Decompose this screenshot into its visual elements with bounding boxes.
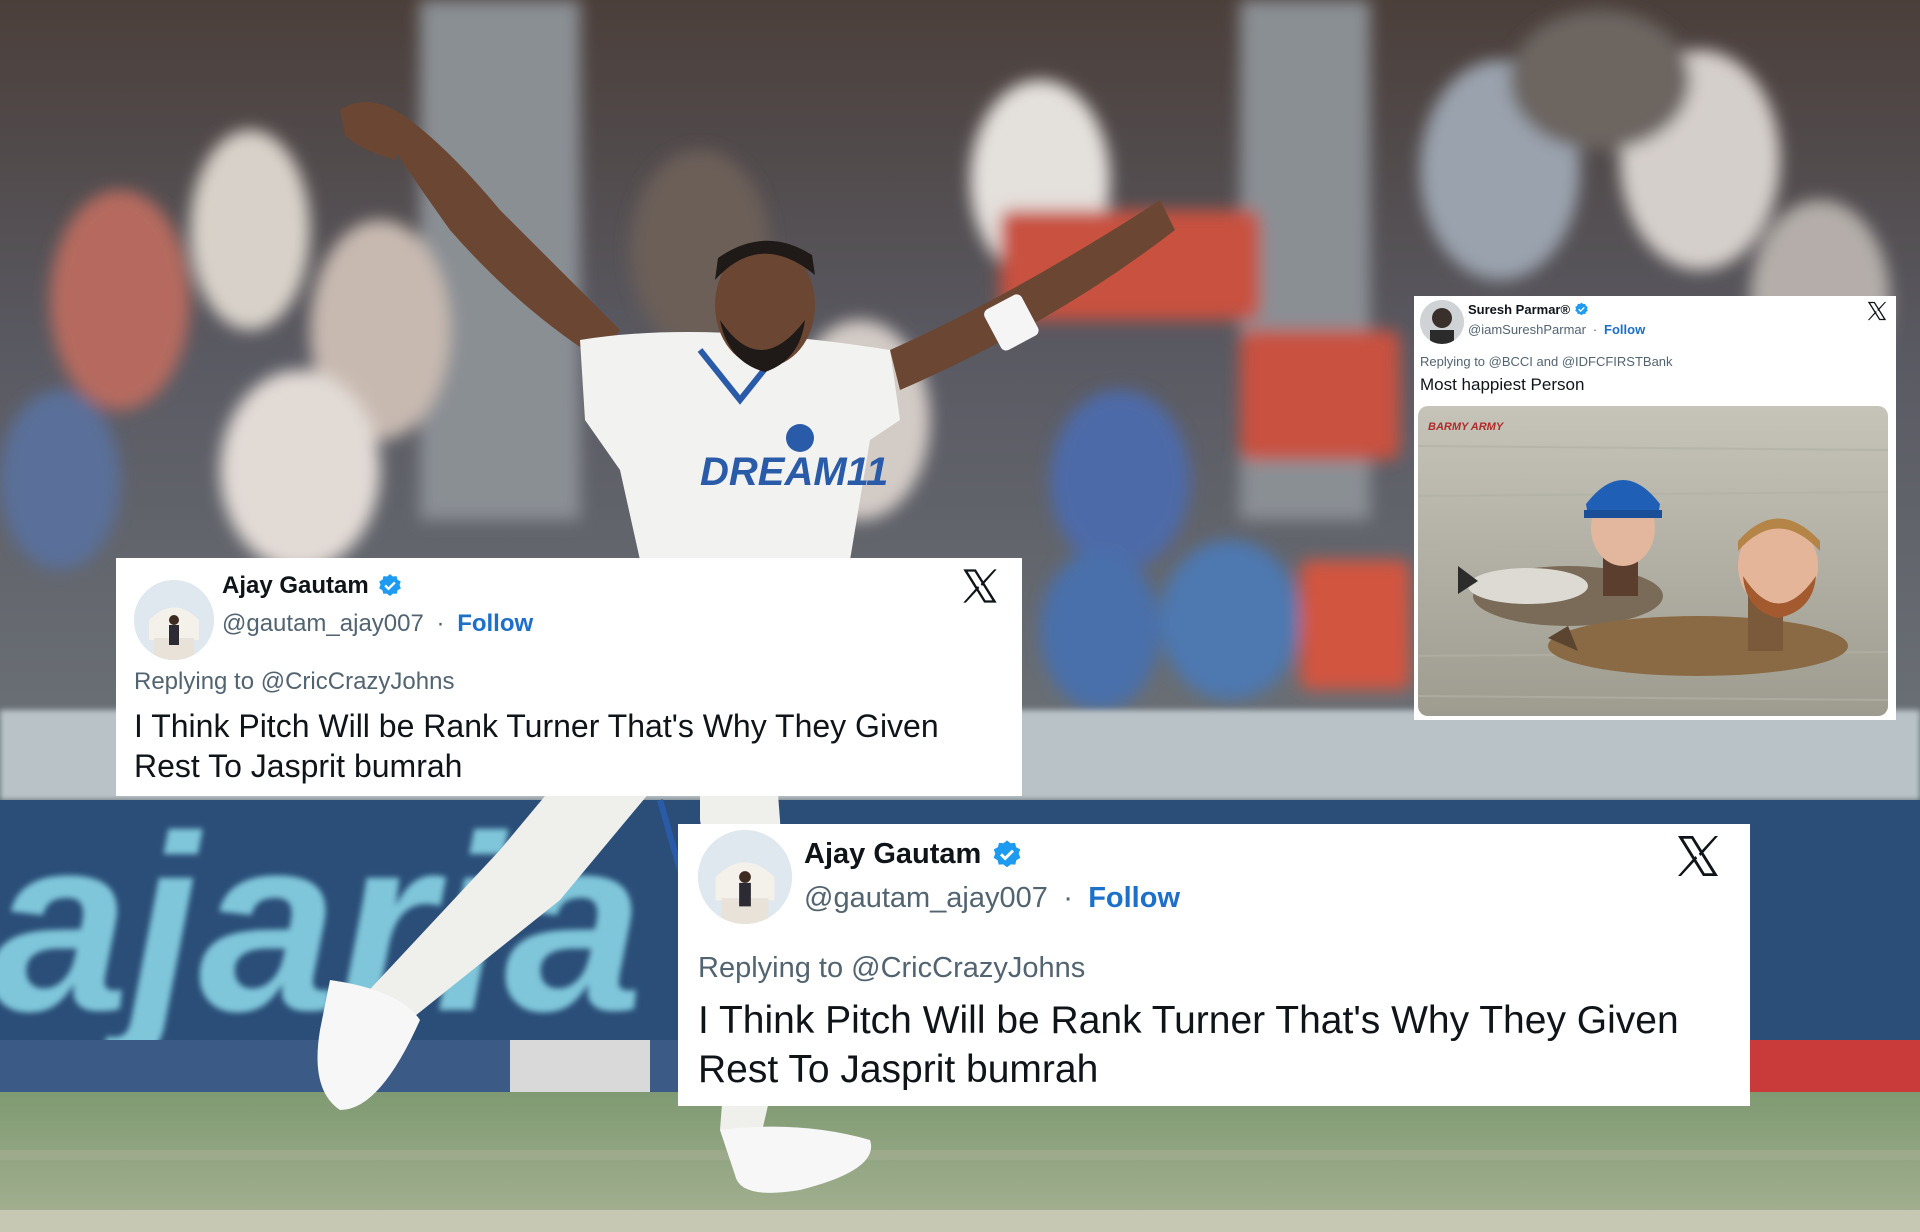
author-row: Suresh Parmar® [1468, 302, 1589, 317]
x-logo-icon[interactable] [960, 566, 1000, 606]
tweet-media-image[interactable]: BARMY ARMY [1418, 406, 1888, 716]
follow-button[interactable]: Follow [1604, 322, 1645, 337]
author-handle[interactable]: @gautam_ajay007 [804, 882, 1048, 914]
tweet-card-3: Suresh Parmar® @iamSureshParmar · Follow… [1414, 296, 1896, 720]
tweet-text: I Think Pitch Will be Rank Turner That's… [698, 999, 1679, 1091]
avatar[interactable] [698, 830, 792, 924]
avatar[interactable] [134, 580, 214, 660]
author-name[interactable]: Ajay Gautam [222, 572, 369, 600]
handle-row: @gautam_ajay007 · Follow [222, 610, 533, 638]
handle-row: @gautam_ajay007 · Follow [804, 882, 1180, 915]
author-row: Ajay Gautam [804, 838, 1023, 871]
tweet-text: I Think Pitch Will be Rank Turner That's… [134, 708, 939, 784]
author-row: Ajay Gautam [222, 572, 403, 600]
tweet-text: Most happiest Person [1420, 375, 1585, 394]
follow-button[interactable]: Follow [1088, 882, 1180, 914]
author-handle[interactable]: @gautam_ajay007 [222, 610, 424, 637]
separator: · [1063, 882, 1073, 914]
verified-badge-icon [991, 839, 1023, 871]
author-handle[interactable]: @iamSureshParmar [1468, 322, 1586, 337]
author-name[interactable]: Suresh Parmar® [1468, 302, 1570, 317]
avatar[interactable] [1420, 300, 1464, 344]
replying-to: Replying to @CricCrazyJohns [134, 668, 455, 695]
verified-badge-icon [377, 573, 403, 599]
tweet-card-2: Ajay Gautam @gautam_ajay007 · Follow Rep… [678, 824, 1750, 1106]
jersey-text: DREAM11 [700, 450, 888, 494]
tweet-card-1: Ajay Gautam @gautam_ajay007 · Follow Rep… [116, 558, 1022, 796]
replying-to: Replying to @CricCrazyJohns [698, 952, 1086, 984]
verified-badge-icon [1574, 302, 1589, 317]
author-name[interactable]: Ajay Gautam [804, 838, 981, 871]
separator: · [1592, 322, 1598, 337]
x-logo-icon[interactable] [1866, 300, 1888, 322]
x-logo-icon[interactable] [1674, 832, 1722, 880]
follow-button[interactable]: Follow [457, 610, 533, 637]
handle-row: @iamSureshParmar · Follow [1468, 322, 1645, 337]
replying-to: Replying to @BCCI and @IDFCFIRSTBank [1420, 354, 1673, 369]
separator: · [436, 610, 445, 637]
barmy-army-logo: BARMY ARMY [1428, 421, 1505, 433]
